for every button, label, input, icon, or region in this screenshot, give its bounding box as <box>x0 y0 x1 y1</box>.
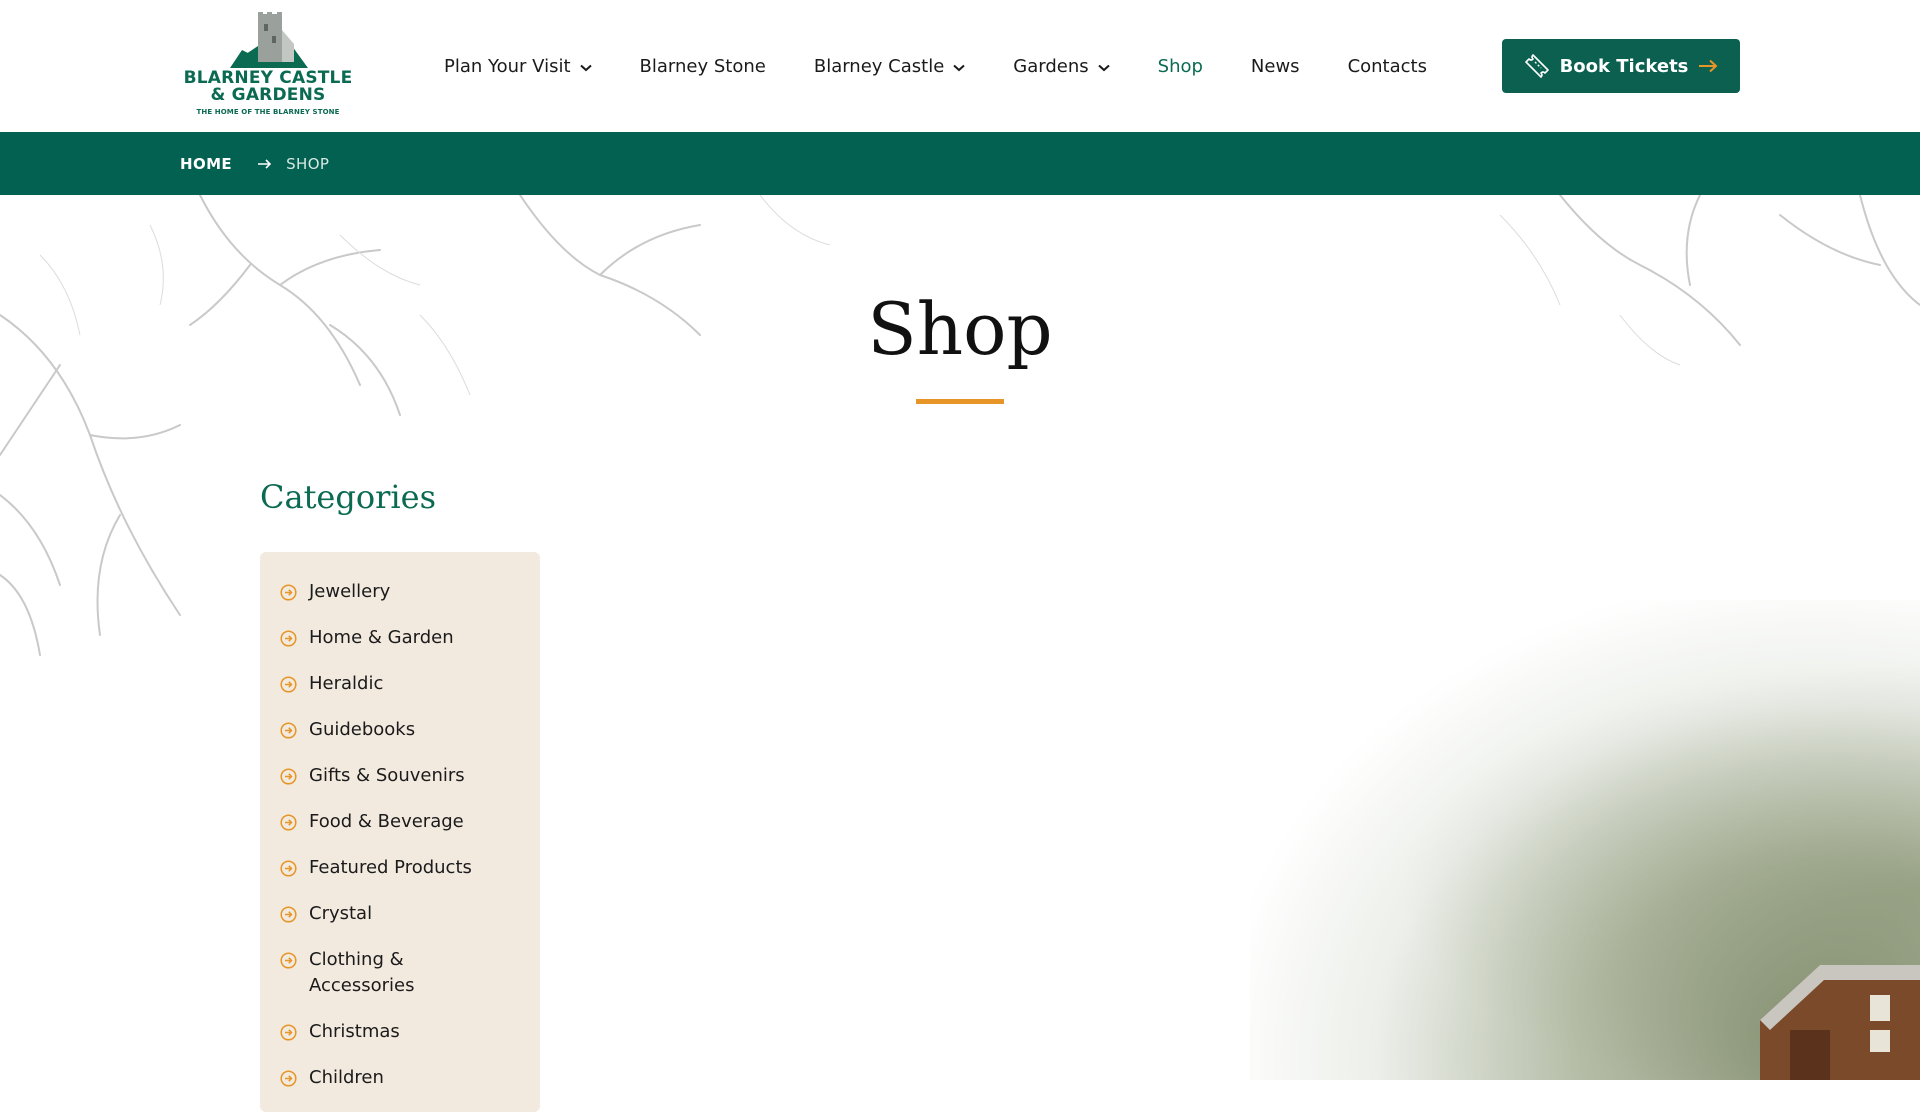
logo-tagline: THE HOME OF THE BLARNEY STONE <box>196 108 340 116</box>
circle-arrow-icon <box>280 584 297 601</box>
nav-blarney-castle[interactable]: Blarney Castle <box>814 56 965 77</box>
category-item-gifts-souvenirs[interactable]: Gifts & Souvenirs <box>280 763 520 789</box>
category-item-children[interactable]: Children <box>280 1065 520 1091</box>
categories-heading: Categories <box>260 478 436 516</box>
circle-arrow-icon <box>280 722 297 739</box>
chevron-down-icon <box>579 56 592 77</box>
nav-label: Shop <box>1157 55 1203 77</box>
book-tickets-label: Book Tickets <box>1559 55 1689 77</box>
site-logo[interactable]: BLARNEY CASTLE & GARDENS THE HOME OF THE… <box>178 10 358 122</box>
category-label: Home & Garden <box>309 627 454 648</box>
circle-arrow-icon <box>280 952 297 969</box>
nav-label: Blarney Castle <box>813 55 945 77</box>
circle-arrow-icon <box>280 814 297 831</box>
category-item-featured-products[interactable]: Featured Products <box>280 855 520 881</box>
breadcrumb-bar: HOME SHOP <box>0 132 1920 195</box>
category-label: Clothing & Accessories <box>309 949 415 996</box>
chevron-down-icon <box>1097 56 1110 77</box>
nav-label: Contacts <box>1347 55 1427 77</box>
category-item-jewellery[interactable]: Jewellery <box>280 579 520 605</box>
category-item-clothing-accessories[interactable]: Clothing & Accessories <box>280 947 520 999</box>
category-item-food-beverage[interactable]: Food & Beverage <box>280 809 520 835</box>
nav-label: Gardens <box>1013 55 1089 77</box>
nav-gardens[interactable]: Gardens <box>1013 55 1110 77</box>
breadcrumb: HOME SHOP <box>180 132 329 195</box>
category-label: Featured Products <box>309 857 472 878</box>
category-label: Crystal <box>309 903 373 924</box>
nav-blarney-stone[interactable]: Blarney Stone <box>640 56 766 77</box>
category-item-guidebooks[interactable]: Guidebooks <box>280 717 520 743</box>
category-label: Food & Beverage <box>309 811 464 832</box>
chevron-down-icon <box>953 56 965 77</box>
category-item-crystal[interactable]: Crystal <box>280 901 520 927</box>
category-item-heraldic[interactable]: Heraldic <box>280 671 520 697</box>
breadcrumb-current: SHOP <box>286 154 330 173</box>
nav-shop[interactable]: Shop <box>1158 56 1203 77</box>
category-item-home-garden[interactable]: Home & Garden <box>280 625 520 651</box>
circle-arrow-icon <box>280 676 297 693</box>
nav-contacts[interactable]: Contacts <box>1348 56 1427 77</box>
category-label: Guidebooks <box>309 719 416 740</box>
book-tickets-button[interactable]: Book Tickets <box>1502 39 1740 93</box>
arrow-right-icon <box>258 154 272 173</box>
categories-list: Jewellery Home & Garden Heraldic Guidebo… <box>260 552 540 1091</box>
breadcrumb-home-link[interactable]: HOME <box>180 155 232 173</box>
title-underline <box>916 399 1004 404</box>
categories-panel: Jewellery Home & Garden Heraldic Guidebo… <box>260 552 540 1112</box>
wooden-hut-image <box>1760 965 1920 1080</box>
nav-plan-your-visit[interactable]: Plan Your Visit <box>444 56 592 77</box>
nav-label: News <box>1250 55 1300 77</box>
circle-arrow-icon <box>280 630 297 647</box>
logo-name-line2: & GARDENS <box>210 85 326 105</box>
category-label: Heraldic <box>309 673 384 694</box>
main-nav: Plan Your Visit Blarney Stone Blarney Ca… <box>444 48 1475 84</box>
category-label: Christmas <box>309 1021 400 1042</box>
ticket-icon <box>1524 53 1550 79</box>
circle-arrow-icon <box>280 1070 297 1087</box>
site-header: BLARNEY CASTLE & GARDENS THE HOME OF THE… <box>0 0 1920 132</box>
circle-arrow-icon <box>280 768 297 785</box>
category-label: Children <box>309 1067 384 1088</box>
circle-arrow-icon <box>280 860 297 877</box>
category-label: Jewellery <box>309 581 391 602</box>
category-item-christmas[interactable]: Christmas <box>280 1019 520 1045</box>
castle-logo-icon <box>230 12 308 68</box>
arrow-right-icon <box>1698 59 1718 73</box>
circle-arrow-icon <box>280 906 297 923</box>
nav-news[interactable]: News <box>1251 56 1300 77</box>
nav-label: Plan Your Visit <box>444 55 571 77</box>
nav-label: Blarney Stone <box>639 55 766 77</box>
category-label: Gifts & Souvenirs <box>309 765 465 786</box>
circle-arrow-icon <box>280 1024 297 1041</box>
page-title: Shop <box>867 287 1053 371</box>
